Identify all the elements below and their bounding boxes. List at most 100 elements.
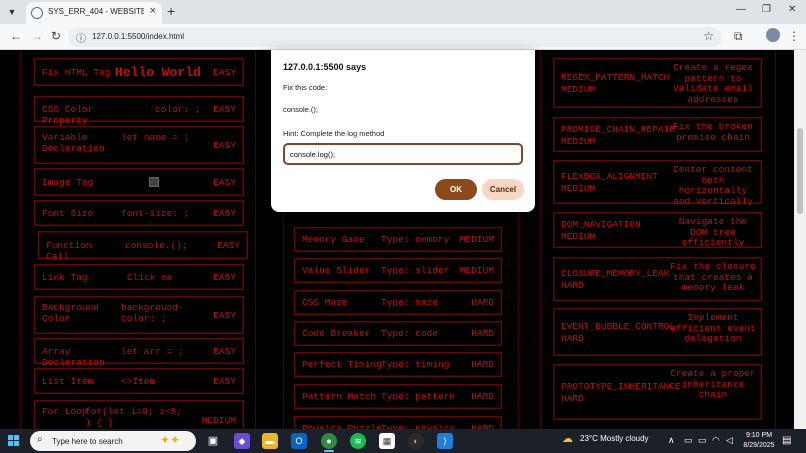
weather-text[interactable]: 23°C Mostly cloudy — [580, 434, 649, 443]
battery-icon[interactable]: ▭ — [698, 435, 707, 446]
address-toolbar: ← → ↻ ⓘ 127.0.0.1:5500/index.html ☆ ⧉ ⋮ — [0, 24, 806, 50]
bug-title: DOM_NAVIGATION — [561, 219, 641, 230]
chrome-icon[interactable]: ● — [321, 433, 337, 449]
game-card[interactable]: CSS Maze Type: maze HARD — [294, 290, 502, 315]
difficulty-badge: MEDIUM — [459, 265, 494, 276]
browser-tab[interactable]: SYS_ERR_404 - WEBSITE CORRU × — [26, 2, 162, 24]
extensions-icon[interactable]: ⧉ — [734, 29, 743, 44]
dialog-message-line-2: console.(); — [283, 105, 319, 114]
bug-difficulty: MEDIUM — [561, 183, 596, 194]
bug-difficulty: MEDIUM — [561, 136, 596, 147]
ok-button[interactable]: OK — [435, 179, 477, 200]
game-card[interactable]: Physics Puzzle Type: physics HARD — [294, 416, 502, 429]
challenge-card[interactable]: Function Call console.(); EASY — [38, 231, 248, 262]
wifi-icon[interactable]: ◠ — [712, 435, 720, 446]
file-explorer-icon[interactable]: ▬ — [262, 433, 278, 449]
forward-button[interactable]: → — [31, 29, 43, 43]
card-title: Array Declaration — [42, 346, 105, 368]
challenge-card[interactable]: Background Color background-color: ; EASY — [34, 296, 244, 334]
challenge-card[interactable]: CSS Color Property color: ; EASY — [34, 96, 244, 126]
challenge-card[interactable]: Fix HTML Tag Hello World EASY — [34, 58, 244, 86]
card-preview-heading: Hello World — [115, 65, 201, 80]
dialog-input[interactable] — [283, 143, 523, 165]
store-icon[interactable]: ▦ — [379, 433, 395, 449]
volume-icon[interactable]: ◁ — [726, 435, 733, 446]
card-preview-link[interactable]: Click me — [127, 272, 173, 283]
bug-description: Create a regex pattern to validate email… — [673, 62, 753, 105]
app-icon[interactable]: ◐ — [408, 433, 424, 449]
bug-description: Create a proper inheritance chain — [670, 368, 756, 400]
tray-chevron-icon[interactable]: ∧ — [668, 435, 675, 446]
cancel-button[interactable]: Cancel — [482, 179, 524, 200]
game-card[interactable]: Code Breaker Type: code HARD — [294, 321, 502, 346]
difficulty-badge: EASY — [213, 376, 236, 387]
page-scrollbar[interactable] — [794, 50, 806, 429]
game-card[interactable]: Pattern Match Type: pattern HARD — [294, 384, 502, 409]
challenge-card[interactable]: List Item <>Item EASY — [34, 368, 244, 394]
bug-card[interactable]: DOM_NAVIGATION MEDIUM Navigate the DOM tre… — [553, 212, 762, 248]
system-clock[interactable]: 9:10 PM 8/29/2025 — [739, 431, 779, 451]
game-type: Type: maze — [381, 297, 439, 308]
outlook-icon[interactable]: O — [291, 433, 307, 449]
game-card[interactable]: Value Slider Type: slider MEDIUM — [294, 258, 502, 283]
tab-title: SYS_ERR_404 - WEBSITE CORRU — [48, 7, 144, 16]
url-text[interactable]: 127.0.0.1:5500/index.html — [92, 32, 184, 41]
difficulty-badge: MEDIUM — [459, 234, 494, 245]
new-tab-button[interactable]: + — [167, 3, 175, 19]
weather-cloud-icon: ☁ — [562, 433, 573, 445]
taskbar: ⌕ Type here to search ✦✦ ▣ ◆ ▬ O ● ≋ ▦ ◐… — [0, 429, 806, 453]
bug-card[interactable]: CLOSURE_MEMORY_LEAK HARD Fix the closure t… — [553, 257, 762, 301]
taskbar-search[interactable]: ⌕ Type here to search ✦✦ — [30, 431, 196, 451]
game-title: Pattern Match — [302, 391, 377, 402]
windows-start-icon[interactable] — [8, 435, 20, 447]
reload-button[interactable]: ↻ — [51, 29, 61, 43]
challenge-card[interactable]: Font Size font-size: ; EASY — [34, 200, 244, 226]
bug-title: EVENT_BUBBLE_CONTROL — [561, 321, 676, 332]
copilot-icon[interactable]: ◆ — [234, 433, 250, 449]
bug-title: PROTOTYPE_INHERITANCE — [561, 381, 681, 392]
challenge-card[interactable]: Array Declaration let arr = ; EASY — [34, 338, 244, 368]
bug-difficulty: MEDIUM — [561, 84, 596, 95]
game-card[interactable]: Perfect Timing Type: timing HARD — [294, 352, 502, 377]
bug-card[interactable]: EVENT_BUBBLE_CONTROL HARD Implement effici… — [553, 308, 762, 356]
challenge-card[interactable]: Link Tag Click me EASY — [34, 264, 244, 290]
minimize-button[interactable]: — — [736, 4, 746, 15]
bug-card[interactable]: PROMISE_CHAIN_REPAIR MEDIUM Fix the broken… — [553, 117, 762, 152]
game-type: Type: timing — [381, 359, 450, 370]
challenge-card[interactable]: Image Tag EASY — [34, 168, 244, 196]
challenge-card[interactable]: Variable Declaration let name = ; EASY — [34, 126, 244, 164]
search-icon: ⌕ — [37, 434, 43, 445]
spotify-icon[interactable]: ≋ — [350, 433, 366, 449]
card-title: Image Tag — [42, 177, 94, 188]
game-card[interactable]: Memory Game Type: memory MEDIUM — [294, 227, 502, 252]
address-bar[interactable]: ⓘ 127.0.0.1:5500/index.html ☆ — [68, 27, 722, 47]
bug-card[interactable]: PROTOTYPE_INHERITANCE HARD Create a proper… — [553, 364, 762, 420]
card-title: Background Color — [42, 302, 100, 324]
game-title: Memory Game — [302, 234, 365, 245]
network-icon[interactable]: ▭ — [684, 435, 693, 446]
challenge-card[interactable]: For Loop for(let i=0; i<5; ) { } MEDIUM — [34, 400, 244, 429]
close-tab-icon[interactable]: × — [150, 5, 156, 17]
bookmark-star-icon[interactable]: ☆ — [703, 29, 714, 43]
vscode-icon[interactable]: ⟩ — [437, 433, 453, 449]
tab-search-button[interactable]: ▼ — [4, 4, 20, 20]
bug-card[interactable]: REGEX_PATTERN_MATCH MEDIUM Create a regex … — [553, 58, 762, 108]
game-title: Code Breaker — [302, 328, 371, 339]
back-button[interactable]: ← — [10, 29, 22, 43]
maximize-button[interactable]: ❐ — [762, 4, 771, 15]
task-view-icon[interactable]: ▣ — [205, 433, 221, 449]
site-info-icon[interactable]: ⓘ — [76, 30, 86, 45]
bug-card[interactable]: FLEXBOX_ALIGNMENT MEDIUM Center content bo… — [553, 160, 762, 207]
profile-avatar[interactable] — [766, 28, 780, 42]
notification-icon[interactable]: ▤ — [782, 435, 791, 446]
menu-icon[interactable]: ⋮ — [788, 29, 800, 43]
difficulty-badge: EASY — [213, 208, 236, 219]
bug-description: Implement efficient event delegation — [670, 312, 756, 344]
difficulty-badge: HARD — [471, 328, 494, 339]
bug-difficulty: HARD — [561, 393, 584, 404]
dialog-message-line-1: Fix this code: — [283, 83, 328, 92]
scrollbar-thumb[interactable] — [797, 128, 803, 214]
close-window-button[interactable]: ✕ — [788, 4, 796, 15]
bug-description: Center content both horizontally and ver… — [673, 164, 753, 207]
bug-description: Fix the closure that creates a memory le… — [670, 261, 756, 293]
